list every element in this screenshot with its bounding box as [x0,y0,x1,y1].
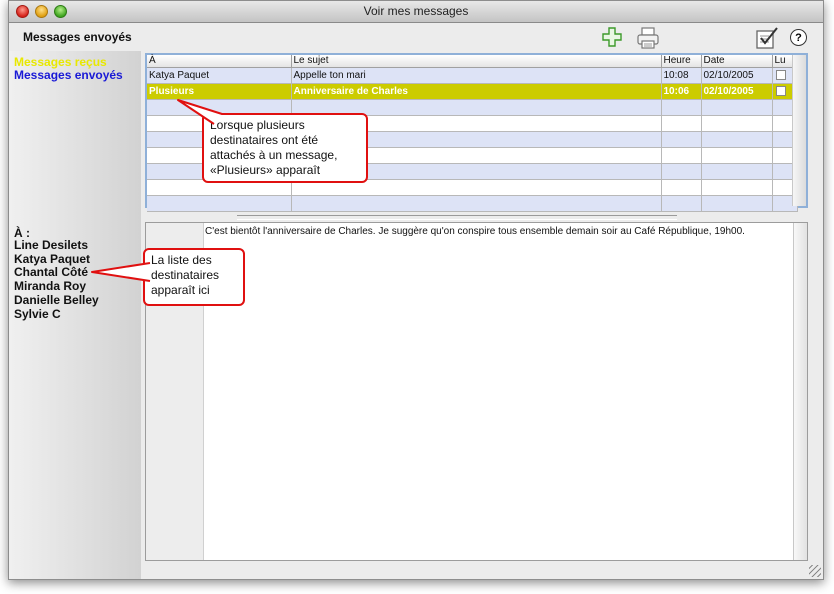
column-header-to[interactable]: À [147,55,292,68]
empty-row [147,195,798,212]
section-title: Messages envoyés [23,30,132,44]
help-button[interactable]: ? [790,29,807,46]
callout-plusieurs: Lorsque plusieurs destinataires ont été … [202,113,368,183]
compose-button[interactable] [754,25,780,51]
read-checkbox[interactable] [775,86,786,97]
printer-icon [637,27,659,49]
cell-date: 02/10/2005 [701,83,773,100]
splitter-handle[interactable] [237,215,677,220]
body-scrollbar[interactable] [793,223,807,560]
checklist-icon [756,27,778,49]
resize-grip-icon[interactable] [809,565,821,577]
recipient-item: Chantal Côté [14,265,89,280]
plus-icon [602,27,622,47]
callout-line: La liste des [151,253,212,267]
table-row-selected[interactable]: Plusieurs Anniversaire de Charles 10:06 … [147,83,798,100]
recipient-item: Danielle Belley [14,292,99,307]
sidebar: Messages reçus Messages envoyés À : Line… [9,51,141,579]
nav-messages-recus[interactable]: Messages reçus [14,55,107,69]
callout-line: apparaît ici [151,283,210,297]
callout-line: Lorsque plusieurs [210,118,305,132]
cell-subject: Anniversaire de Charles [291,83,662,100]
table-scrollbar[interactable] [792,55,806,206]
recipient-item: Miranda Roy [14,279,87,294]
recipient-item: Katya Paquet [14,251,91,266]
callout-recipients: La liste des destinataires apparaît ici [143,248,245,306]
callout-line: attachés à un message, [210,148,338,162]
recipient-item: Sylvie C [14,306,61,321]
cell-date: 02/10/2005 [701,67,773,84]
callout-line: destinataires ont été [210,133,319,147]
column-header-subject[interactable]: Le sujet [291,55,662,68]
table-row[interactable]: Katya Paquet Appelle ton mari 10:08 02/1… [147,67,798,84]
message-body-text[interactable]: C'est bientôt l'anniversaire de Charles.… [205,226,745,237]
title-bar: Voir mes messages [9,1,823,23]
read-checkbox[interactable] [775,70,786,81]
callout-line: destinataires [151,268,220,282]
recipient-list: Line Desilets Katya Paquet Chantal Côté … [14,238,99,321]
recipient-item: Line Desilets [14,238,89,252]
print-button[interactable] [635,25,661,51]
cell-time: 10:08 [661,67,702,84]
column-header-time[interactable]: Heure [661,55,702,68]
cell-time: 10:06 [661,83,702,100]
cell-subject: Appelle ton mari [291,67,662,84]
window-title: Voir mes messages [363,4,469,18]
nav-messages-envoyes[interactable]: Messages envoyés [14,68,123,82]
callout-line: «Plusieurs» apparaît [210,163,321,177]
cell-to: Plusieurs [147,83,292,100]
cell-to: Katya Paquet [147,67,292,84]
app-window: Voir mes messages Messages envoyés ? Mes… [8,0,824,580]
new-message-button[interactable] [601,26,623,48]
column-header-date[interactable]: Date [701,55,773,68]
